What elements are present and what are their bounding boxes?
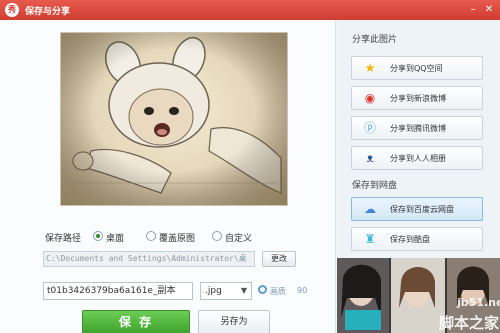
quality-value: 90 bbox=[297, 286, 308, 295]
share-button-label: 保存到酷盘 bbox=[390, 235, 430, 244]
close-button[interactable]: ✕ bbox=[482, 3, 496, 16]
save-path-field[interactable]: C:\Documents and Settings\Administrator\… bbox=[43, 251, 255, 267]
tencent-weibo-icon: ⓟ bbox=[363, 121, 376, 135]
share-button-label: 分享到新浪微博 bbox=[390, 94, 446, 103]
baby-photo-image bbox=[61, 33, 287, 205]
radio-overwrite[interactable] bbox=[146, 231, 156, 241]
ad-thumbnails[interactable]: jb51.net 脚本之家 bbox=[337, 258, 500, 333]
cloud-save-header: 保存到网盘 bbox=[352, 181, 398, 191]
share-tencent-weibo-button[interactable]: ⓟ 分享到腾讯微博 bbox=[351, 116, 483, 140]
change-path-button[interactable]: 更改 bbox=[262, 251, 296, 267]
qzone-star-icon: ★ bbox=[364, 61, 376, 75]
save-path-label: 保存路径 bbox=[45, 234, 82, 244]
save-as-button[interactable]: 另存为 bbox=[198, 310, 270, 333]
filename-input[interactable]: t01b3426379ba6a161e_副本 bbox=[43, 282, 193, 300]
share-button-label: 分享到腾讯微博 bbox=[390, 124, 446, 133]
window-title: 保存与分享 bbox=[25, 7, 71, 17]
share-button-label: 分享到QQ空间 bbox=[390, 64, 443, 73]
share-photo-header: 分享此图片 bbox=[352, 35, 398, 45]
radio-overwrite-label[interactable]: 覆盖原图 bbox=[159, 231, 195, 244]
extension-value: .jpg bbox=[205, 286, 222, 296]
extension-select[interactable]: .jpg ▼ bbox=[200, 282, 252, 300]
share-qzone-button[interactable]: ★ 分享到QQ空间 bbox=[351, 56, 483, 80]
kuaipan-icon: ♜ bbox=[364, 232, 376, 246]
title-bar: 秀 保存与分享 – ✕ bbox=[0, 0, 500, 20]
share-sidebar: 分享此图片 ★ 分享到QQ空间 ◉ 分享到新浪微博 ⓟ 分享到腾讯微博 ᴥ 分享… bbox=[337, 20, 500, 333]
save-baidu-cloud-button[interactable]: ☁ 保存到百度云网盘 bbox=[351, 197, 483, 221]
share-renren-button[interactable]: ᴥ 分享到人人相册 bbox=[351, 146, 483, 170]
baidu-cloud-icon: ☁ bbox=[364, 202, 376, 216]
minimize-button[interactable]: – bbox=[466, 3, 480, 16]
share-sina-weibo-button[interactable]: ◉ 分享到新浪微博 bbox=[351, 86, 483, 110]
share-button-label: 保存到百度云网盘 bbox=[390, 205, 454, 214]
watermark-url: jb51.net bbox=[457, 296, 500, 309]
quality-gear-icon[interactable] bbox=[258, 285, 267, 294]
app-logo-icon: 秀 bbox=[5, 3, 19, 17]
watermark-site-name: 脚本之家 bbox=[439, 314, 500, 332]
radio-desktop-label[interactable]: 桌面 bbox=[106, 231, 124, 244]
radio-custom[interactable] bbox=[212, 231, 222, 241]
sina-weibo-icon: ◉ bbox=[364, 91, 376, 105]
radio-desktop[interactable] bbox=[93, 231, 103, 241]
radio-custom-label[interactable]: 自定义 bbox=[225, 231, 252, 244]
photo-preview bbox=[60, 32, 288, 206]
chevron-down-icon: ▼ bbox=[240, 286, 247, 295]
save-button[interactable]: 保 存 bbox=[82, 310, 190, 333]
renren-icon: ᴥ bbox=[366, 151, 374, 165]
share-button-label: 分享到人人相册 bbox=[390, 154, 446, 163]
save-kuaipan-button[interactable]: ♜ 保存到酷盘 bbox=[351, 227, 483, 251]
quality-label[interactable]: 画质 bbox=[270, 286, 286, 297]
save-panel: 保存路径 桌面 覆盖原图 自定义 C:\Documents and Settin… bbox=[0, 20, 336, 333]
